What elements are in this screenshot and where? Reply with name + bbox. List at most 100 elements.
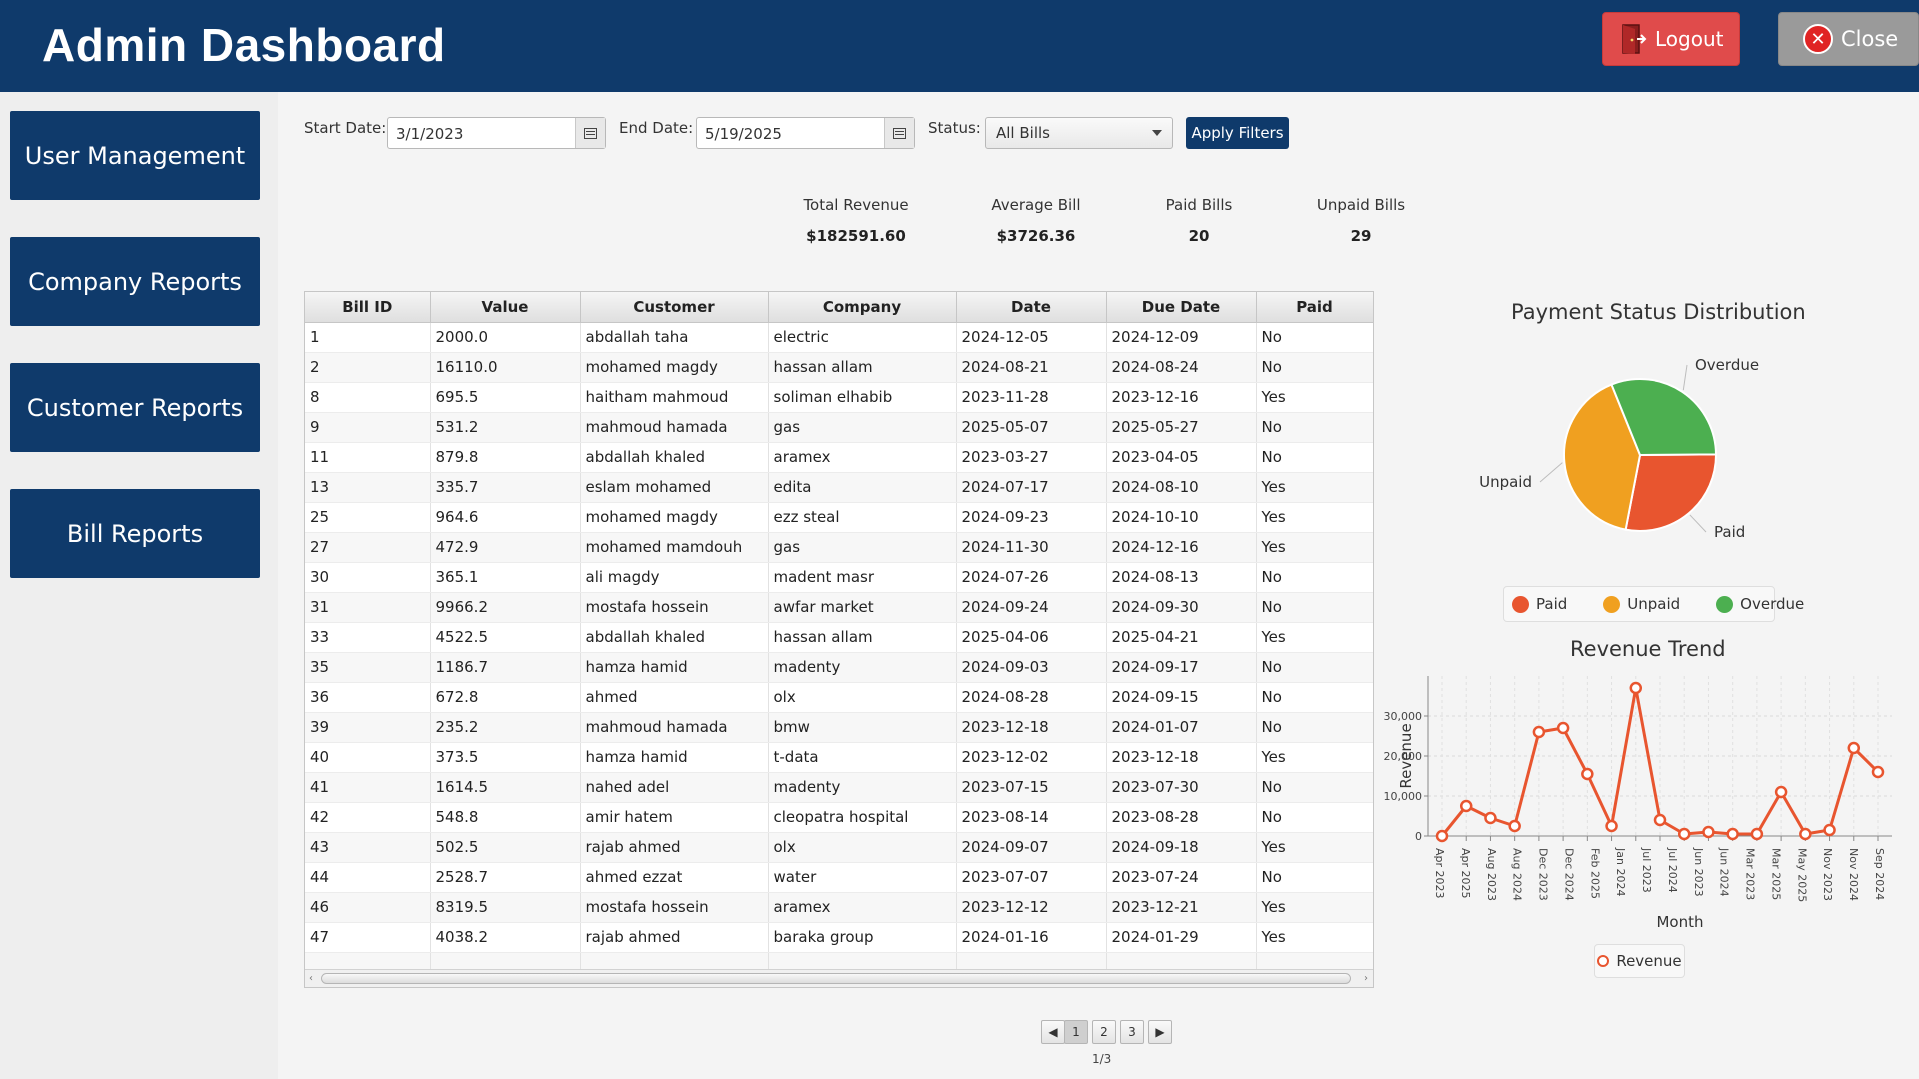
end-date-picker[interactable]: 5/19/2025 [696,117,915,149]
page-button-3[interactable]: 3 [1120,1020,1144,1044]
table-row[interactable]: 8 695.5 haitham mahmoud soliman elhabib 2023… [305,382,1373,413]
column-header-date[interactable]: Date [956,292,1107,323]
x-tick-label: Jul 2023 [1640,847,1653,893]
table-cell: 40 [305,742,431,773]
bills-table[interactable]: Bill ID Value Customer Company Date Due … [304,291,1374,988]
data-point [1484,811,1497,825]
table-cell: 2024-08-13 [1106,562,1257,593]
table-cell: 16110.0 [430,352,581,383]
table-row[interactable]: 39 235.2 mahmoud hamada bmw 2023-12-18 2024-0… [305,712,1373,743]
scroll-left-icon[interactable]: ‹ [309,973,313,984]
table-cell: 9 [305,412,431,443]
data-point [1823,823,1836,837]
table-cell: 2023-07-24 [1106,862,1257,893]
start-date-input[interactable]: 3/1/2023 [388,118,575,148]
apply-filters-button[interactable]: Apply Filters [1186,117,1289,149]
next-page-icon[interactable]: ▶ [1148,1020,1172,1044]
pie-label: Overdue [1695,356,1759,374]
table-cell: 9966.2 [430,592,581,623]
table-cell: No [1256,652,1373,683]
table-row[interactable]: 30 365.1 ali magdy madent masr 2024-07-26 202… [305,562,1373,593]
table-row[interactable]: 9 531.2 mahmoud hamada gas 2025-05-07 2025-05… [305,412,1373,443]
data-point [1532,725,1546,739]
x-tick-label: Mar 2023 [1744,848,1757,900]
table-row[interactable]: 42 548.8 amir hatem cleopatra hospital 2023-… [305,802,1373,833]
table-cell: 2024-09-24 [956,592,1107,623]
stat-value: 20 [1188,227,1210,245]
table-row[interactable]: 1 2000.0 abdallah taha electric 2024-12-05 20… [305,322,1373,353]
line-chart-title: Revenue Trend [1570,637,1726,661]
table-cell: 2024-01-29 [1106,922,1257,953]
column-header-due-date[interactable]: Due Date [1106,292,1257,323]
table-row[interactable]: 33 4522.5 abdallah khaled hassan allam 2025-… [305,622,1373,653]
table-row[interactable]: 43 502.5 rajab ahmed olx 2024-09-07 2024-09-1… [305,832,1373,863]
table-cell: rajab ahmed [580,832,769,863]
column-header-paid[interactable]: Paid [1256,292,1373,323]
table-cell: olx [768,832,957,863]
table-cell: 2024-09-23 [956,502,1107,533]
table-row[interactable]: 11 879.8 abdallah khaled aramex 2023-03-27 20… [305,442,1373,473]
table-cell: 2023-12-18 [1106,742,1257,773]
sidebar-item-bill-reports[interactable]: Bill Reports [10,489,260,578]
scrollbar-thumb[interactable] [321,973,1351,984]
column-header-customer[interactable]: Customer [580,292,769,323]
table-cell: 33 [305,622,431,653]
table-cell: ezz steal [768,502,957,533]
logout-button[interactable]: Logout [1602,12,1740,66]
pie-slice-unpaid [1563,383,1642,531]
sidebar-item-company-reports[interactable]: Company Reports [10,237,260,326]
pie-chart-title: Payment Status Distribution [1511,300,1806,324]
table-row[interactable]: 27 472.9 mohamed mamdouh gas 2024-11-30 2024-… [305,532,1373,563]
prev-page-icon[interactable]: ◀ [1041,1020,1065,1044]
sidebar-item-customer-reports[interactable]: Customer Reports [10,363,260,452]
x-tick-label: Feb 2025 [1588,848,1601,899]
scroll-right-icon[interactable]: › [1364,973,1368,984]
page-title: Admin Dashboard [42,19,446,71]
table-row[interactable]: 31 9966.2 mostafa hossein awfar market 2024-… [305,592,1373,623]
table-row[interactable]: 2 16110.0 mohamed magdy hassan allam 2024-08… [305,352,1373,383]
table-row[interactable]: 47 4038.2 rajab ahmed baraka group 2024-01-1… [305,922,1373,953]
sidebar-item-user-management[interactable]: User Management [10,111,260,200]
horizontal-scrollbar[interactable]: ‹ › [305,969,1373,987]
column-header-company[interactable]: Company [768,292,957,323]
table-row[interactable]: 13 335.7 eslam mohamed edita 2024-07-17 2024-… [305,472,1373,503]
table-cell: No [1256,862,1373,893]
table-cell: bmw [768,712,957,743]
table-row[interactable]: 35 1186.7 hamza hamid madenty 2024-09-03 2024… [305,652,1373,683]
status-select[interactable]: All Bills [985,117,1173,149]
table-row[interactable]: 44 2528.7 ahmed ezzat water 2023-07-07 2023-0… [305,862,1373,893]
x-tick-label: Aug 2024 [1511,848,1524,901]
calendar-icon[interactable] [884,118,914,148]
page-button-2[interactable]: 2 [1092,1020,1116,1044]
start-date-picker[interactable]: 3/1/2023 [387,117,606,149]
end-date-label: End Date: [619,119,694,137]
table-row[interactable]: 41 1614.5 nahed adel madenty 2023-07-15 2023-… [305,772,1373,803]
status-label: Status: [928,119,981,137]
x-tick-label: Nov 2024 [1847,848,1860,901]
table-cell: Yes [1256,622,1373,653]
table-cell: No [1256,412,1373,443]
table-cell: 39 [305,712,431,743]
table-cell: amir hatem [580,802,769,833]
table-row[interactable]: 46 8319.5 mostafa hossein aramex 2023-12-12 2… [305,892,1373,923]
table-cell: water [768,862,957,893]
end-date-input[interactable]: 5/19/2025 [697,118,884,148]
page-button-1[interactable]: 1 [1064,1020,1088,1044]
calendar-icon[interactable] [575,118,605,148]
table-cell: haitham mahmoud [580,382,769,413]
table-row[interactable]: 25 964.6 mohamed magdy ezz steal 2024-09-23 2… [305,502,1373,533]
close-button[interactable]: ✕ Close [1778,12,1919,66]
column-header-bill-id[interactable]: Bill ID [305,292,431,323]
sidebar-item-label: User Management [24,141,246,170]
table-cell: 2024-12-09 [1106,322,1257,353]
table-row[interactable]: 40 373.5 hamza hamid t-data 2023-12-02 2023-1… [305,742,1373,773]
column-header-value[interactable]: Value [430,292,581,323]
x-tick-label: Jun 2023 [1692,847,1705,897]
pie-leader-line [1539,462,1563,483]
table-row[interactable]: 36 672.8 ahmed olx 2024-08-28 2024-09-15 No [305,682,1373,713]
table-cell: 2024-08-10 [1106,472,1257,503]
table-cell: 42 [305,802,431,833]
table-cell: 43 [305,832,431,863]
table-cell: aramex [768,442,957,473]
legend-label: Paid [1536,595,1568,613]
